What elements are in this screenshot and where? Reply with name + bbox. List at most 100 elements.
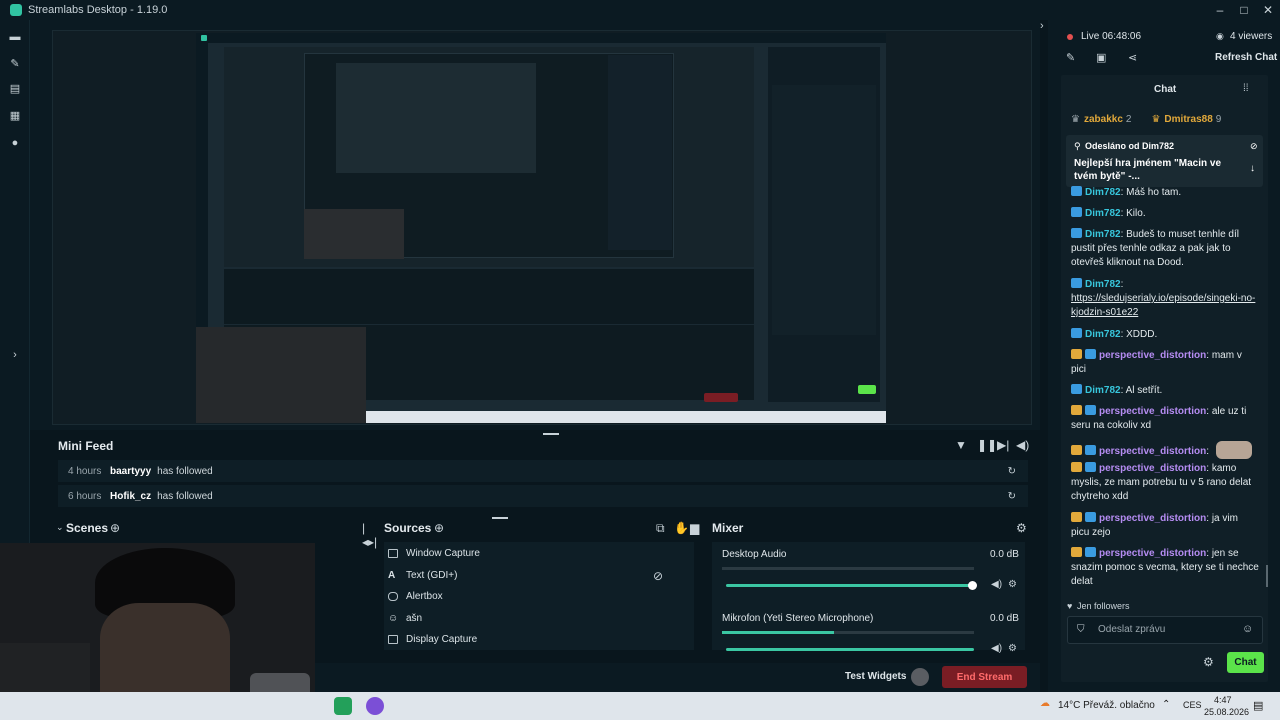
store-icon[interactable]: ▤: [9, 83, 21, 95]
shield-icon: ⛉: [1077, 624, 1085, 635]
source-label: Text (GDI+): [406, 570, 458, 581]
chat-user[interactable]: Dim782: [1085, 208, 1121, 219]
chat-user[interactable]: Dim782: [1085, 385, 1121, 396]
resize-handle[interactable]: [543, 433, 559, 435]
feed-row: 6 hours Hofik_cz has followed ↻: [58, 485, 1028, 507]
source-item[interactable]: Display Capture: [388, 634, 477, 645]
skip-icon[interactable]: ▶|: [997, 438, 1009, 452]
add-source-icon[interactable]: ⊕: [434, 521, 444, 535]
live-icon[interactable]: ●: [9, 137, 21, 149]
slider-handle[interactable]: [968, 581, 977, 590]
replay-icon[interactable]: ↻: [1008, 466, 1016, 477]
chat-user[interactable]: perspective_distortion: [1099, 548, 1206, 559]
chat-user[interactable]: perspective_distortion: [1099, 350, 1206, 361]
display-icon: [388, 635, 398, 644]
chat-user[interactable]: perspective_distortion: [1099, 513, 1206, 524]
collapse-chat-icon[interactable]: ›: [1040, 20, 1048, 40]
tray-chevron-icon[interactable]: ⌃: [1162, 699, 1170, 710]
source-item[interactable]: ☺ ašn: [388, 613, 422, 624]
source-item[interactable]: Window Capture: [388, 548, 480, 559]
collapse-icon[interactable]: ⌄: [56, 522, 64, 533]
streamlabs-logo-icon: [10, 4, 22, 16]
mixer-panel: Mixer ⚙ Desktop Audio 0.0 dB ◀) ⚙ Mikrof…: [710, 518, 1035, 654]
hand-icon[interactable]: ✋: [674, 521, 689, 535]
feed-action: has followed: [157, 465, 213, 477]
gear-icon[interactable]: ⚙: [1203, 655, 1214, 669]
language-indicator[interactable]: CES: [1183, 700, 1202, 710]
chat-message: Dim782: https://sledujserialy.io/episode…: [1071, 278, 1256, 318]
chat-user[interactable]: perspective_distortion: [1099, 446, 1206, 457]
replay-icon[interactable]: ↻: [1008, 491, 1016, 502]
test-widgets-toggle[interactable]: [911, 668, 929, 686]
feed-time: 4 hours: [68, 465, 102, 477]
source-label: ašn: [406, 613, 423, 624]
expand-nav-icon[interactable]: ›: [9, 349, 21, 361]
speaker-icon[interactable]: ◀): [991, 579, 1002, 590]
hidden-eye-icon[interactable]: ⊘: [653, 569, 663, 583]
app-icon[interactable]: [366, 697, 384, 715]
emoji-icon[interactable]: ☺: [1242, 623, 1253, 635]
clock-time: 4:47: [1214, 695, 1232, 705]
refresh-chat-button[interactable]: Refresh Chat: [1215, 52, 1277, 63]
end-stream-button[interactable]: End Stream: [942, 666, 1027, 688]
mini-feed-title: Mini Feed: [58, 439, 114, 453]
chat-message: Dim782: Al setřít.: [1071, 384, 1259, 398]
volume-icon[interactable]: ◀): [1016, 438, 1029, 452]
unpin-icon[interactable]: ⊘: [1250, 141, 1258, 152]
person-icon: ☺: [388, 613, 399, 624]
edit-icon[interactable]: ✎: [1066, 51, 1075, 64]
captured-screen: [196, 33, 886, 423]
layout-icon[interactable]: ▦: [9, 110, 21, 122]
chat-send-button[interactable]: Chat: [1227, 652, 1264, 673]
crown-icon: ♛: [1151, 113, 1161, 125]
add-scene-icon[interactable]: ⊕: [110, 521, 120, 535]
chat-user[interactable]: perspective_distortion: [1099, 406, 1206, 417]
feed-time: 6 hours: [68, 490, 102, 502]
folder-icon[interactable]: ▆: [690, 521, 699, 535]
pause-icon[interactable]: ❚❚: [977, 438, 997, 452]
clip-icon[interactable]: ▣: [1096, 51, 1106, 64]
emote-image: [1215, 441, 1252, 459]
chat-user[interactable]: perspective_distortion: [1099, 463, 1206, 474]
gear-icon[interactable]: ⚙: [1016, 521, 1027, 535]
split-icon[interactable]: |◂▸|: [362, 521, 377, 549]
source-item[interactable]: Alertbox: [388, 591, 443, 602]
speaker-icon[interactable]: ◀): [991, 643, 1002, 654]
microphone-slider[interactable]: [726, 648, 974, 651]
maximize-button[interactable]: □: [1232, 0, 1256, 20]
source-label: Display Capture: [406, 634, 478, 645]
followers-only-label: Jen followers: [1077, 601, 1130, 611]
chat-user[interactable]: Dim782: [1085, 329, 1121, 340]
minimize-button[interactable]: –: [1208, 0, 1232, 20]
source-item[interactable]: A Text (GDI+): [388, 570, 457, 581]
chat-settings-icon[interactable]: ⁞⁞: [1243, 83, 1249, 94]
feed-user: Hofik_cz: [110, 490, 152, 502]
editor-icon[interactable]: ▬: [9, 31, 21, 43]
notification-icon[interactable]: ▤: [1253, 699, 1263, 712]
filter-icon[interactable]: ▼: [955, 438, 967, 452]
sources-title: Sources: [384, 521, 432, 535]
pinned-label: Odesláno od: [1085, 141, 1140, 151]
chat-link[interactable]: https://sledujserialy.io/episode/singeki…: [1071, 293, 1255, 318]
live-timer: Live 06:48:06: [1081, 31, 1142, 42]
share-icon[interactable]: ⋖: [1128, 51, 1137, 64]
expand-pinned-icon[interactable]: ↓: [1250, 163, 1255, 174]
desktop-audio-slider[interactable]: [726, 584, 974, 587]
feed-row: 4 hours baartyyy has followed ↻: [58, 460, 1028, 482]
test-widgets-button[interactable]: Test Widgets: [845, 671, 906, 682]
chat-user[interactable]: Dim782: [1085, 187, 1121, 198]
gear-icon[interactable]: ⚙: [1008, 643, 1017, 654]
chat-title: Chat: [1154, 84, 1177, 95]
themes-icon[interactable]: ✎: [9, 58, 21, 70]
chat-message: Dim782: Kilo.: [1071, 207, 1259, 221]
app-icon[interactable]: [334, 697, 352, 715]
chat-input[interactable]: ⛉ Odeslat zprávu ☺: [1067, 616, 1263, 644]
group-icon[interactable]: ⧉: [656, 521, 665, 536]
chat-user[interactable]: Dim782: [1085, 279, 1121, 290]
gear-icon[interactable]: ⚙: [1008, 579, 1017, 590]
chat-panel: Chat ⁞⁞ ♛ zabakkc 2 ♛ Dmitras88 9 ⚲ Odes…: [1061, 75, 1268, 682]
chat-text: Al setřít.: [1125, 385, 1163, 396]
chat-scrollbar[interactable]: [1266, 565, 1268, 587]
close-button[interactable]: ✕: [1256, 0, 1280, 20]
chat-user[interactable]: Dim782: [1085, 229, 1121, 240]
